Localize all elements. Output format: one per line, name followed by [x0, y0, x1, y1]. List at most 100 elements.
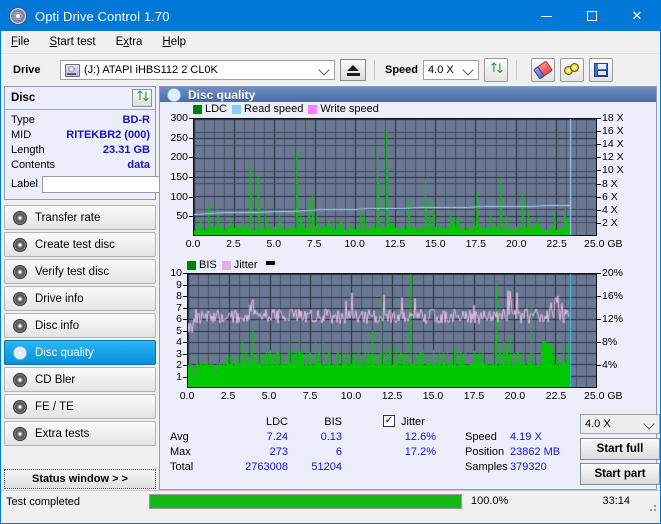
minimize-button[interactable]	[524, 1, 569, 31]
disc-row-value: BD-R	[123, 114, 151, 126]
disc-icon	[13, 211, 27, 225]
x-tick-label: 7.5	[301, 238, 327, 250]
x-tick-label: 5.0	[261, 238, 287, 250]
status-window-button[interactable]: Status window > >	[4, 469, 156, 489]
sidebar-item-disc-quality[interactable]: Disc quality	[4, 340, 156, 365]
x-tick-label: 12.5	[382, 238, 408, 250]
y-tick-label: 9	[160, 279, 182, 291]
x-tick-label: 17.5	[463, 238, 489, 250]
eraser-icon	[533, 60, 553, 79]
drive-icon	[65, 64, 80, 77]
x-tick-label: 2.5	[215, 390, 241, 402]
disc-icon	[13, 400, 27, 414]
y-tick-label: 7	[160, 302, 182, 314]
y2-tick-label: 8 X	[602, 178, 618, 190]
y2-tick	[597, 273, 601, 274]
y-tick-label: 50	[160, 210, 188, 222]
disc-refresh-button[interactable]: ↑↓	[132, 89, 152, 107]
stat-max-bis: 6	[292, 446, 342, 458]
x-tick-label: 22.5	[543, 390, 569, 402]
eject-button[interactable]	[340, 59, 366, 81]
y2-tick	[597, 170, 601, 171]
legend-swatch-ldc	[193, 105, 202, 114]
status-bar: Test completed 100.0% 33:14	[1, 490, 660, 513]
y2-tick-label: 10 X	[602, 164, 624, 176]
sidebar-item-extra-tests[interactable]: Extra tests	[4, 421, 156, 446]
chart-top-plot	[193, 118, 597, 236]
y-tick-label: 2	[160, 359, 182, 371]
legend-swatch-bis	[187, 261, 196, 270]
stat-max-ldc: 273	[228, 446, 288, 458]
y-tick	[189, 118, 193, 119]
y-tick-label: 100	[160, 191, 188, 203]
y-tick	[183, 296, 187, 297]
samples-stat-label: Samples	[465, 461, 508, 473]
menu-start-test[interactable]: Start test	[50, 36, 96, 48]
disc-icon	[13, 265, 27, 279]
stat-total-bis: 51204	[292, 461, 342, 473]
y2-tick	[597, 210, 601, 211]
sidebar-item-disc-info[interactable]: Disc info	[4, 313, 156, 338]
erase-button[interactable]	[531, 58, 555, 82]
x-tick-label: 25.0 GB	[584, 390, 624, 402]
x-tick-label: 25.0 GB	[584, 238, 624, 250]
menu-file[interactable]: File	[11, 36, 30, 48]
window-controls: ✕	[524, 1, 660, 31]
speed-select[interactable]: 4.0 X	[423, 60, 479, 80]
sidebar-item-create-test-disc[interactable]: Create test disc	[4, 232, 156, 257]
disc-row-value: 23.31 GB	[103, 144, 150, 156]
chart-bottom: BIS Jitter 0.02.55.07.510.012.515.017.52…	[160, 259, 656, 411]
x-tick-label: 10.0	[338, 390, 364, 402]
y-tick	[189, 197, 193, 198]
y2-tick-label: 20%	[602, 267, 623, 279]
disc-row-value: data	[127, 159, 150, 171]
y2-tick	[597, 223, 601, 224]
y-tick-label: 1	[160, 371, 182, 383]
y-tick	[189, 138, 193, 139]
y-tick-label: 300	[160, 112, 188, 124]
maximize-button[interactable]	[569, 1, 614, 31]
refresh-button[interactable]: ↑↓	[484, 58, 508, 82]
y2-tick	[597, 365, 601, 366]
progress-bar	[149, 494, 462, 509]
drive-label: Drive	[7, 64, 55, 76]
y2-tick	[597, 118, 601, 119]
drive-select[interactable]: (J:) ATAPI iHBS112 2 CL0K	[60, 60, 335, 80]
sidebar-item-cd-bler[interactable]: CD Bler	[4, 367, 156, 392]
settings-button[interactable]	[560, 58, 584, 82]
floppy-disk-icon	[594, 63, 608, 77]
start-full-button[interactable]: Start full	[580, 438, 660, 460]
jitter-checkbox[interactable]: ✓	[383, 415, 395, 427]
title-bar: Opti Drive Control 1.70 ✕	[1, 1, 660, 31]
save-button[interactable]	[589, 58, 613, 82]
sidebar-item-transfer-rate[interactable]: Transfer rate	[4, 205, 156, 230]
jitter-avg: 12.6%	[396, 431, 436, 443]
y2-tick-label: 16%	[602, 290, 623, 302]
x-tick-label: 17.5	[461, 390, 487, 402]
left-panel: Disc ↑↓ Type BD-R MID RITEKBR2 (000)	[4, 86, 156, 490]
chevron-down-icon	[462, 64, 473, 75]
resize-grip[interactable]	[646, 501, 656, 511]
legend-item-write-speed: Write speed	[308, 103, 379, 115]
sidebar-item-label: Extra tests	[35, 428, 89, 440]
close-button[interactable]: ✕	[614, 1, 660, 31]
legend-label-jitter: Jitter	[234, 259, 258, 271]
y2-tick	[597, 131, 601, 132]
sidebar-item-verify-test-disc[interactable]: Verify test disc	[4, 259, 156, 284]
window-title: Opti Drive Control 1.70	[35, 9, 170, 24]
disc-quality-icon	[167, 88, 181, 102]
y2-tick-label: 16 X	[602, 125, 624, 137]
start-part-button[interactable]: Start part	[580, 463, 660, 485]
drive-select-value: (J:) ATAPI iHBS112 2 CL0K	[84, 64, 218, 76]
result-speed-select[interactable]: 4.0 X	[580, 414, 660, 434]
x-tick-label: 15.0	[420, 390, 446, 402]
sidebar-item-drive-info[interactable]: Drive info	[4, 286, 156, 311]
disc-box-header: Disc ↑↓	[5, 87, 155, 110]
progress-fill	[150, 495, 461, 508]
sidebar-item-fe-te[interactable]: FE / TE	[4, 394, 156, 419]
y-tick	[183, 354, 187, 355]
sidebar-item-label: Disc quality	[35, 347, 94, 359]
right-panel: Disc quality LDC Read speed	[159, 86, 657, 490]
menu-help[interactable]: Help	[162, 36, 186, 48]
menu-extra[interactable]: Extra	[116, 36, 143, 48]
